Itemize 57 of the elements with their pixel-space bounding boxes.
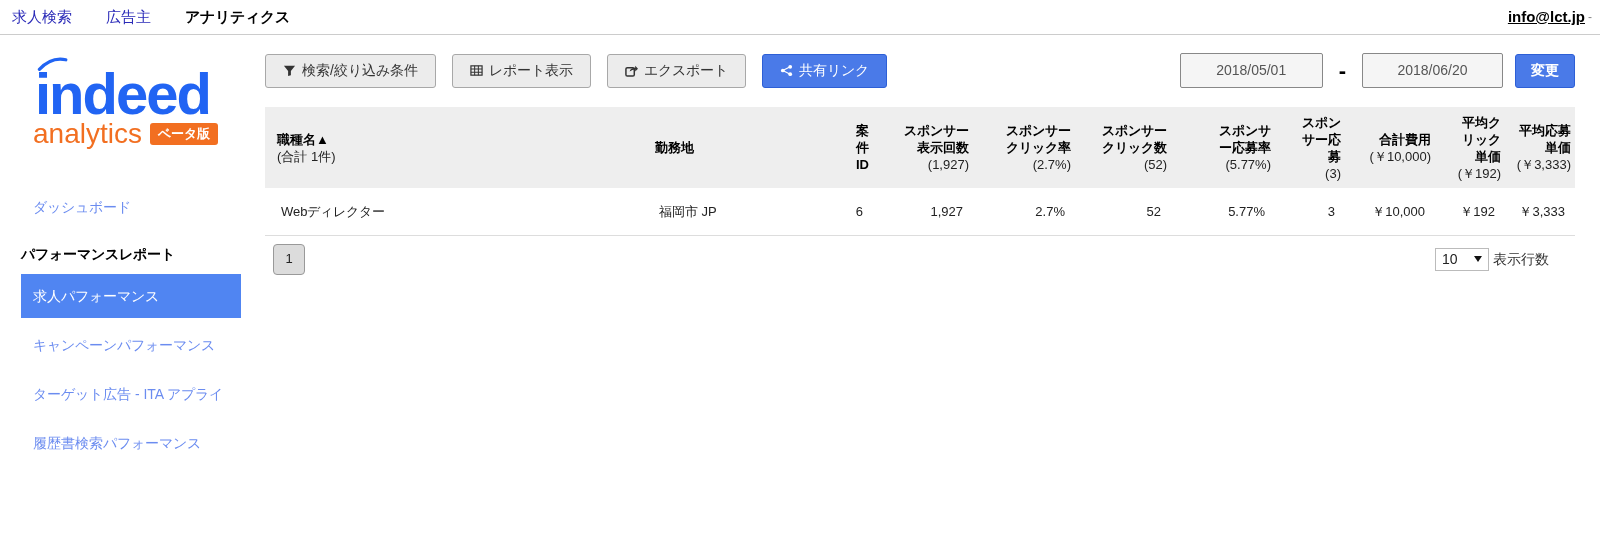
rows-per-page-label: 表示行数 [1493, 249, 1549, 269]
table-cell: ￥192 [1460, 203, 1495, 219]
rows-per-page-select[interactable]: 10 [1435, 247, 1489, 271]
caret-icon[interactable]: - [1588, 8, 1592, 26]
share-icon [779, 64, 793, 77]
column-header: スポンサー クリック率 [1005, 122, 1071, 156]
column-total: (5.77%) [1224, 156, 1271, 173]
table-cell: Webディレクター [281, 203, 386, 219]
toolbar-button[interactable]: レポート表示 [451, 53, 591, 88]
column-header: 案 件 ID [854, 122, 869, 173]
apply-button[interactable]: 変更 [1515, 53, 1575, 88]
column-total: (￥3,333) [1515, 156, 1571, 173]
product-name: analytics [33, 119, 142, 149]
column-total: (合計 1件) [277, 147, 337, 165]
column-total: (52) [1142, 156, 1167, 173]
toolbar-button[interactable]: エクスポート [606, 53, 746, 88]
column-header: 平均ク リック 単価 [1461, 113, 1501, 165]
column-total: (￥10,000) [1368, 147, 1431, 165]
nav-link[interactable]: 広告主 [106, 5, 151, 29]
column-header: 勤務地 [655, 139, 695, 156]
table-cell: 1,927 [930, 203, 963, 219]
column-total: (3) [1324, 164, 1341, 182]
beta-badge: ベータ版 [149, 123, 218, 145]
table-cell: 5.77% [1228, 203, 1265, 219]
table-cell: ￥3,333 [1519, 203, 1565, 219]
export-icon [624, 64, 638, 77]
account-link[interactable]: info@lct.jp [1507, 5, 1585, 29]
column-header: 職種名▲ [277, 130, 330, 148]
sidebar-section-title: パフォーマンスレポート [21, 244, 176, 264]
brand-logo-text: indeed [35, 71, 210, 117]
toolbar-button[interactable]: 共有リンク [761, 53, 887, 88]
table-cell: 6 [855, 203, 863, 219]
end-date-field[interactable]: 2018/06/20 [1362, 53, 1503, 88]
nav-link[interactable]: アナリティクス [185, 5, 290, 29]
table-cell: 福岡市 JP [659, 203, 717, 219]
column-total: (1,927) [926, 156, 969, 173]
filter-icon [283, 64, 296, 77]
column-total: (2.7%) [1031, 156, 1071, 173]
column-header: スポンサー クリック数 [1101, 122, 1167, 156]
table-cell: 3 [1327, 203, 1335, 219]
column-header: スポン サー応 募 [1301, 113, 1341, 165]
column-header: スポンサー 表示回数 [903, 122, 969, 156]
toolbar-button[interactable]: 検索/絞り込み条件 [265, 53, 436, 88]
table-cell: 2.7% [1035, 203, 1065, 219]
column-header: スポンサ ー応募率 [1218, 122, 1271, 156]
table-cell: ￥10,000 [1372, 203, 1425, 219]
table-cell: 52 [1146, 203, 1161, 219]
table-icon [469, 64, 483, 77]
column-total: (￥192) [1456, 164, 1501, 182]
page-button[interactable]: 1 [273, 243, 305, 275]
nav-link[interactable]: 求人検索 [12, 5, 72, 29]
dropdown-caret-icon [1474, 256, 1482, 262]
column-header: 平均応募 単価 [1518, 122, 1571, 156]
date-separator: - [1338, 57, 1346, 85]
column-header: 合計費用 [1378, 130, 1431, 148]
start-date-field[interactable]: 2018/05/01 [1179, 53, 1323, 88]
sidebar-item[interactable]: 求人パフォーマンス [21, 274, 241, 318]
